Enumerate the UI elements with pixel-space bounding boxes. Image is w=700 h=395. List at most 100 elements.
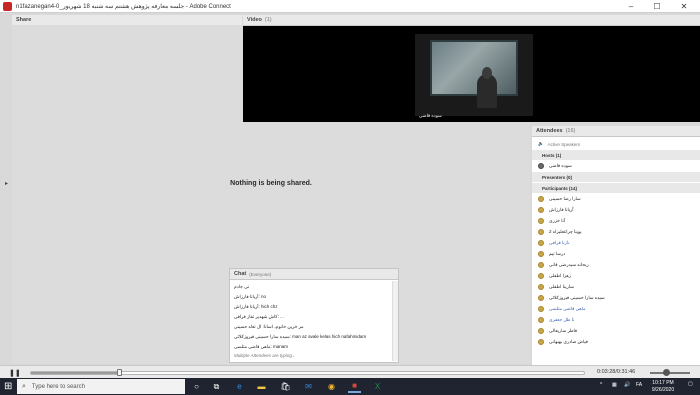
participant-row[interactable]: سیده سارا حسینی فیروزکلائی (532, 293, 700, 303)
volume-icon[interactable]: 🔊 (624, 382, 630, 388)
pause-icon[interactable]: ❚❚ (9, 369, 21, 377)
host-row[interactable]: سوده قاضی (532, 161, 700, 171)
participant-name: سیده سارا حسینی فیروزکلائی (549, 295, 605, 300)
participant-name: 2 پوپنا چراغعلیزاه (549, 229, 582, 234)
adobe-connect-taskbar-icon[interactable]: ■ (348, 380, 361, 393)
presenters-section[interactable]: Presenters (0) (532, 172, 700, 182)
chat-message: نی جادم (234, 284, 250, 289)
edge-icon[interactable]: e (233, 380, 246, 393)
camera-feed (415, 34, 533, 116)
video-pod-count: (1) (264, 17, 272, 23)
cortana-icon[interactable]: ○ (190, 380, 203, 393)
participant-row[interactable]: آنا خزری (532, 216, 700, 226)
store-icon[interactable]: 🛍 (279, 380, 292, 393)
participant-row[interactable]: نا طل جعفری (532, 315, 700, 325)
participant-name: درسا تیم (549, 251, 566, 256)
nothing-shared-message: Nothing is being shared. (230, 180, 312, 187)
attendees-pod-title: Attendees (536, 128, 563, 134)
typing-indicator: Multiple Attendees are typing... (234, 353, 296, 358)
participant-icon (538, 273, 544, 279)
participant-icon (538, 240, 544, 246)
participant-name: فیاض صادری بهبهانی (549, 339, 588, 344)
search-icon: ⌕ (22, 382, 26, 390)
file-explorer-icon[interactable]: ▬ (255, 380, 268, 393)
participant-icon (538, 218, 544, 224)
participant-row[interactable]: زهرا اطفلی (532, 271, 700, 281)
chat-message: کاش شهدیر تفاز فرافی: ... (234, 314, 284, 319)
participant-name: نا طل جعفری (549, 317, 575, 322)
hosts-section-label: Hosts (1) (542, 152, 562, 158)
participant-name: آنا خزری (549, 218, 566, 223)
windows-start-icon[interactable]: ⊞ (4, 381, 12, 392)
participant-row[interactable]: ماهی قاضی متلسی (532, 304, 700, 314)
attendees-pod-header: Attendees (16) (532, 126, 700, 137)
camera-person-head (482, 67, 492, 79)
playback-bar: ❚❚ 0:03:28/0:31:46 (0, 365, 700, 378)
participant-icon (538, 196, 544, 202)
participant-row[interactable]: فاطر ساریعالی (532, 326, 700, 336)
participant-row[interactable]: ریحانه سیدرضی قانی (532, 260, 700, 270)
mail-icon[interactable]: ✉ (302, 380, 315, 393)
host-icon (538, 163, 544, 169)
taskbar-search-box[interactable]: ⌕ Type here to search (17, 379, 185, 394)
maximize-button[interactable]: ☐ (644, 0, 670, 13)
volume-slider[interactable] (650, 372, 690, 374)
participants-section[interactable]: Participants (14) (532, 183, 700, 193)
participant-row[interactable]: 2 پوپنا چراغعلیزاه (532, 227, 700, 237)
volume-knob[interactable] (663, 369, 670, 376)
participant-row[interactable]: سارینا اطفلی (532, 282, 700, 292)
video-pod-header: Video (1) (243, 15, 700, 26)
attendees-list: 🔈 Active Speakers Hosts (1) سوده قاضی Pr… (532, 137, 700, 365)
host-name: سوده قاضی (549, 163, 572, 168)
hosts-section[interactable]: Hosts (1) (532, 150, 700, 160)
participant-icon (538, 339, 544, 345)
tray-expand-icon[interactable]: ^ (600, 382, 602, 388)
participant-row[interactable]: نازنا فرافی (532, 238, 700, 248)
network-icon[interactable]: ▦ (612, 382, 617, 388)
chat-pod-header: Chat (Everyone) (230, 269, 398, 280)
minimize-button[interactable]: – (618, 0, 644, 13)
clock-time: 10:17 PM (652, 380, 674, 386)
participant-row[interactable]: آریانا فارزاش (532, 205, 700, 215)
participant-name: سارینا اطفلی (549, 284, 574, 289)
participant-name: ریحانه سیدرضی قانی (549, 262, 589, 267)
adobe-connect-icon (3, 1, 12, 11)
participant-name: سارا رضا حسینی (549, 196, 581, 201)
active-speakers-label: Active Speakers (547, 141, 581, 147)
taskbar-clock[interactable]: 10:17 PM 9/26/2020 (645, 380, 681, 394)
notifications-icon[interactable]: ▢ (688, 381, 693, 387)
participant-icon (538, 306, 544, 312)
chat-scrollbar[interactable] (392, 281, 398, 361)
close-button[interactable]: ✕ (671, 0, 697, 13)
language-indicator[interactable]: FA (636, 382, 642, 388)
camera-person (477, 74, 497, 108)
video-pod-content: سوده قاضی (243, 26, 700, 122)
task-view-icon[interactable]: ⧉ (210, 380, 223, 393)
participant-row[interactable]: فیاض صادری بهبهانی (532, 337, 700, 347)
playback-scrubber[interactable] (117, 369, 123, 376)
participant-icon (538, 229, 544, 235)
participant-row[interactable]: درسا تیم (532, 249, 700, 259)
chat-pod: Chat (Everyone) نی جادم آریانا فارزاش: no… (229, 268, 399, 363)
clock-date: 9/26/2020 (651, 387, 675, 393)
chat-message: ماهی قاضی متلسی: manam (234, 344, 289, 349)
participants-section-label: Participants (14) (542, 185, 578, 191)
chat-message: آریانا فارزاش: no (234, 294, 267, 299)
presenters-section-label: Presenters (0) (542, 174, 573, 180)
chrome-icon[interactable]: ◉ (325, 380, 338, 393)
camera-name-label: سوده قاضی (419, 113, 442, 118)
participant-name: آریانا فارزاش (549, 207, 574, 212)
participant-icon (538, 251, 544, 257)
side-collapse-handle[interactable]: ▸ (5, 180, 8, 187)
chat-pod-title: Chat (234, 271, 247, 277)
participant-icon (538, 262, 544, 268)
participant-icon (538, 328, 544, 334)
participant-name: زهرا اطفلی (549, 273, 571, 278)
participant-icon (538, 207, 544, 213)
participant-name: فاطر ساریعالی (549, 328, 578, 333)
participant-name: ماهی قاضی متلسی (549, 306, 586, 311)
participant-row[interactable]: سارا رضا حسینی (532, 194, 700, 204)
chat-message: سیده سارا حسینی فیروزکلائی: man az avale… (234, 334, 367, 339)
playback-track[interactable] (30, 369, 585, 376)
excel-icon[interactable]: X (371, 380, 384, 393)
